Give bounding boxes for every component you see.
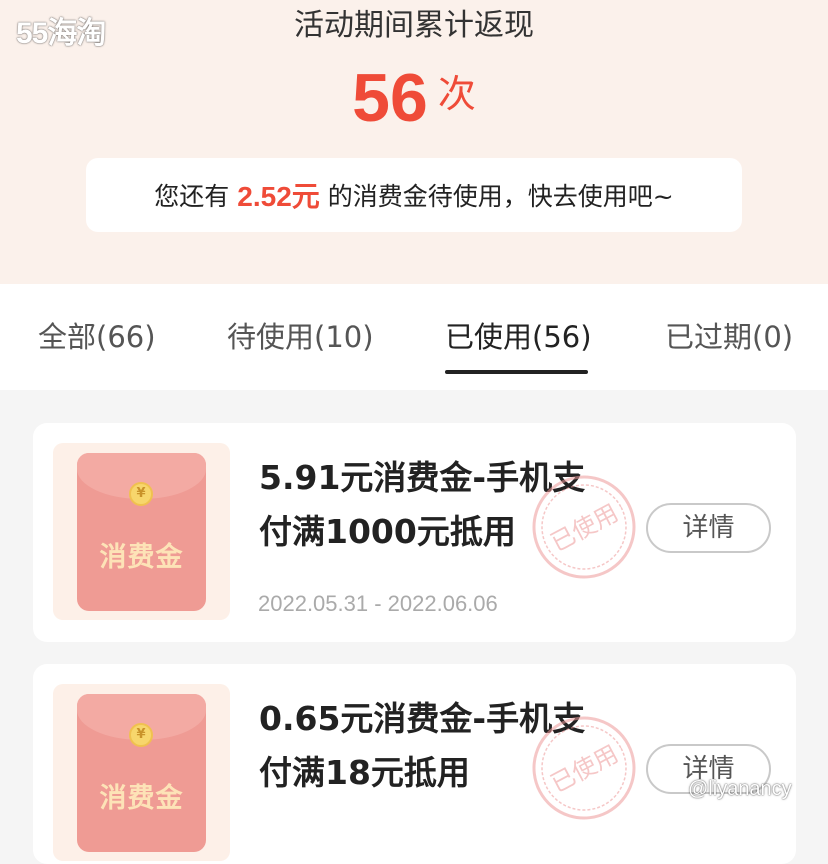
active-tab-indicator [445,370,588,374]
validity-period: 2022.05.31 - 2022.06.06 [258,591,498,616]
stamp-text: 已使用 [546,499,623,558]
tab-all[interactable]: 全部(66) [38,314,156,360]
envelope-label: 消费金 [99,542,184,573]
coupon-card[interactable]: ¥ 消费金 5.91元消费金-手机支 付满1000元抵用 已使用 详情 2022… [33,423,796,642]
tab-used[interactable]: 已使用(56) [445,314,592,360]
red-envelope-icon: ¥ 消费金 [77,694,206,852]
filter-tabs: 全部(66) 待使用(10) 已使用(56) 已过期(0) [0,284,828,390]
notice-amount: 2.52元 [237,175,320,215]
watermark-user: @liyanancy [688,778,792,800]
stamp-text: 已使用 [546,740,623,799]
cashback-count-unit: 次 [437,72,476,116]
coupon-thumbnail: ¥ 消费金 [53,443,230,620]
cashback-count: 56 次 [0,58,828,138]
coin-icon: ¥ [129,723,153,747]
tab-expired[interactable]: 已过期(0) [665,314,793,360]
detail-button[interactable]: 详情 [646,503,771,553]
used-stamp-icon: 已使用 [532,716,636,820]
summary-header: 55海淘 活动期间累计返现 56 次 您还有 2.52元 的消费金待使用，快去使用… [0,0,828,284]
coupon-thumbnail: ¥ 消费金 [53,684,230,861]
used-stamp-icon: 已使用 [532,475,636,579]
cashback-count-number: 56 [352,60,428,136]
red-envelope-icon: ¥ 消费金 [77,453,206,611]
tab-unused[interactable]: 待使用(10) [227,314,374,360]
notice-prefix: 您还有 [154,182,230,211]
balance-notice[interactable]: 您还有 2.52元 的消费金待使用，快去使用吧~ [86,158,742,232]
coupon-card[interactable]: ¥ 消费金 0.65元消费金-手机支 付满18元抵用 已使用 详情 [33,664,796,864]
notice-suffix: 的消费金待使用，快去使用吧~ [327,182,674,211]
envelope-label: 消费金 [99,783,184,814]
page-title: 活动期间累计返现 [294,8,534,43]
coin-icon: ¥ [129,482,153,506]
notice-amount-unit: 元 [291,181,320,212]
notice-amount-value: 2.52 [237,181,292,212]
